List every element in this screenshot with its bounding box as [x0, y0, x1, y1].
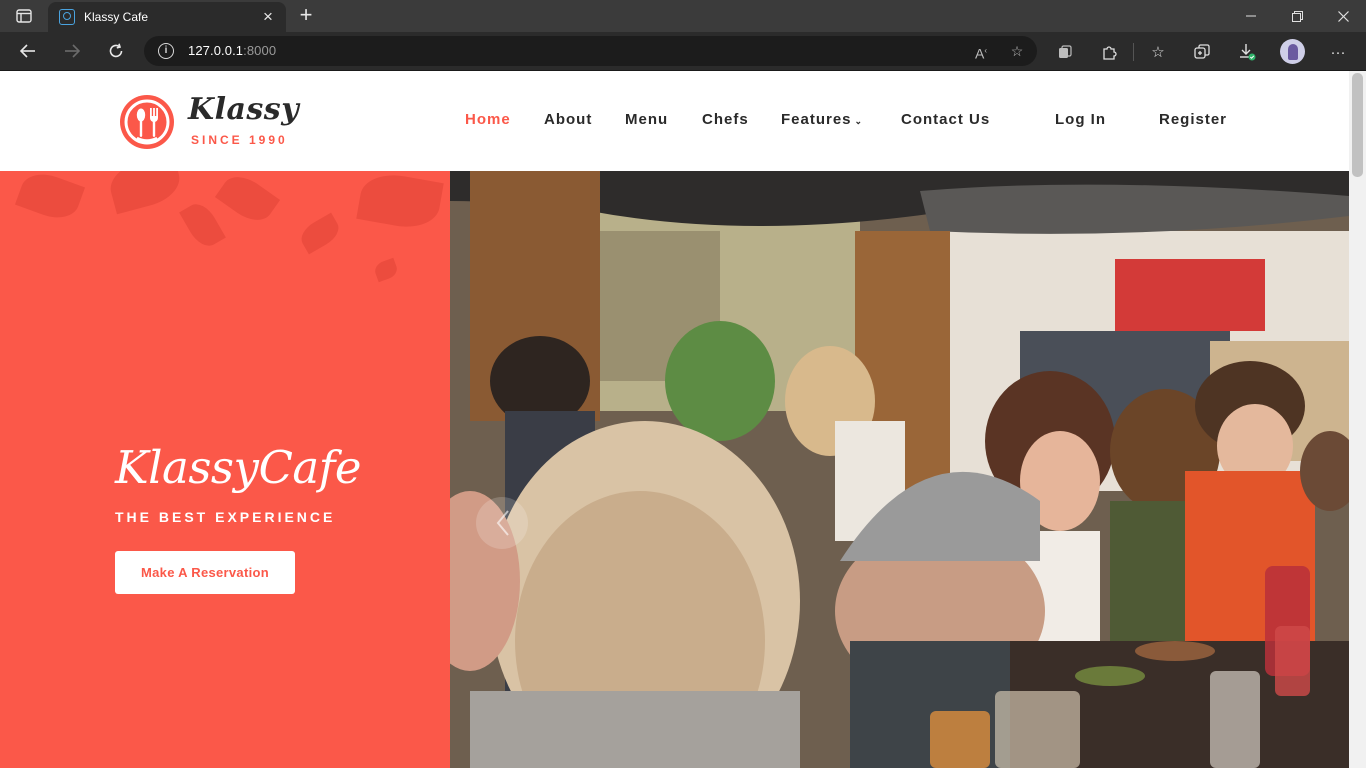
collections-icon[interactable]: [1190, 40, 1214, 64]
site-logo[interactable]: Klassy SINCE 1990: [119, 92, 300, 150]
refresh-icon[interactable]: [101, 36, 131, 66]
minimize-icon[interactable]: [1228, 0, 1274, 32]
scrollbar-thumb[interactable]: [1352, 73, 1363, 177]
more-icon[interactable]: ···: [1326, 40, 1350, 64]
nav-contact[interactable]: Contact Us: [901, 111, 990, 128]
nav-about[interactable]: About: [544, 111, 592, 128]
logo-fork-spoon-icon: [120, 95, 174, 149]
info-icon[interactable]: i: [158, 43, 174, 59]
decorative-leaf: [356, 171, 444, 233]
hero-panel: KlassyCafe THE BEST EXPERIENCE Make A Re…: [0, 171, 450, 768]
site-header: Klassy SINCE 1990 Home About Menu Chefs …: [0, 71, 1349, 171]
nav-login[interactable]: Log In: [1055, 111, 1106, 128]
hero-photo-illustration: [450, 171, 1349, 768]
favicon-icon: [59, 9, 75, 25]
forward-icon[interactable]: [57, 36, 87, 66]
close-window-icon[interactable]: [1320, 0, 1366, 32]
extensions-icon[interactable]: [1053, 40, 1077, 64]
profile-avatar[interactable]: [1280, 39, 1305, 64]
url-text[interactable]: 127.0.0.1:8000: [188, 43, 276, 58]
add-favorite-icon[interactable]: ☆: [1006, 41, 1028, 61]
read-aloud-icon[interactable]: A‹: [970, 41, 992, 62]
decorative-leaf: [372, 257, 400, 283]
browser-toolbar: i 127.0.0.1:8000 A‹ ☆ ☆ ···: [0, 32, 1366, 71]
nav-chefs[interactable]: Chefs: [702, 111, 749, 128]
nav-features[interactable]: Features ⌄: [781, 111, 863, 128]
decorative-leaf: [296, 212, 344, 255]
decorative-leaf: [179, 198, 226, 252]
downloads-icon[interactable]: [1235, 40, 1259, 64]
close-icon[interactable]: ×: [258, 8, 278, 25]
browser-titlebar: Klassy Cafe × +: [0, 0, 1366, 32]
maximize-icon[interactable]: [1274, 0, 1320, 32]
url-port: :8000: [243, 43, 277, 58]
make-reservation-button[interactable]: Make A Reservation: [115, 551, 295, 594]
hero-restaurant-photo: [450, 171, 1349, 768]
nav-features-label: Features: [781, 111, 852, 128]
decorative-leaf: [14, 171, 86, 226]
back-icon[interactable]: [13, 36, 43, 66]
browser-tab[interactable]: Klassy Cafe ×: [48, 2, 286, 32]
extensions-icon[interactable]: [1097, 40, 1121, 64]
logo-name: Klassy: [188, 92, 300, 127]
logo-tagline: SINCE 1990: [191, 133, 288, 147]
favorites-icon[interactable]: ☆: [1146, 40, 1170, 64]
address-bar[interactable]: i 127.0.0.1:8000 A‹ ☆: [144, 36, 1037, 66]
url-host: 127.0.0.1: [188, 43, 244, 58]
web-page: Klassy SINCE 1990 Home About Menu Chefs …: [0, 71, 1366, 768]
chevron-down-icon: ⌄: [854, 116, 864, 126]
decorative-leaf: [214, 171, 281, 229]
page-scrollbar[interactable]: [1349, 71, 1366, 768]
hero-title: KlassyCafe: [115, 441, 362, 494]
nav-register[interactable]: Register: [1159, 111, 1227, 128]
plus-icon[interactable]: +: [294, 4, 318, 28]
hero-subtitle: THE BEST EXPERIENCE: [115, 509, 336, 525]
nav-home[interactable]: Home: [465, 111, 511, 128]
tab-title: Klassy Cafe: [84, 10, 149, 24]
nav-menu[interactable]: Menu: [625, 111, 668, 128]
decorative-leaf: [105, 171, 185, 215]
tab-actions-icon[interactable]: [10, 6, 38, 26]
